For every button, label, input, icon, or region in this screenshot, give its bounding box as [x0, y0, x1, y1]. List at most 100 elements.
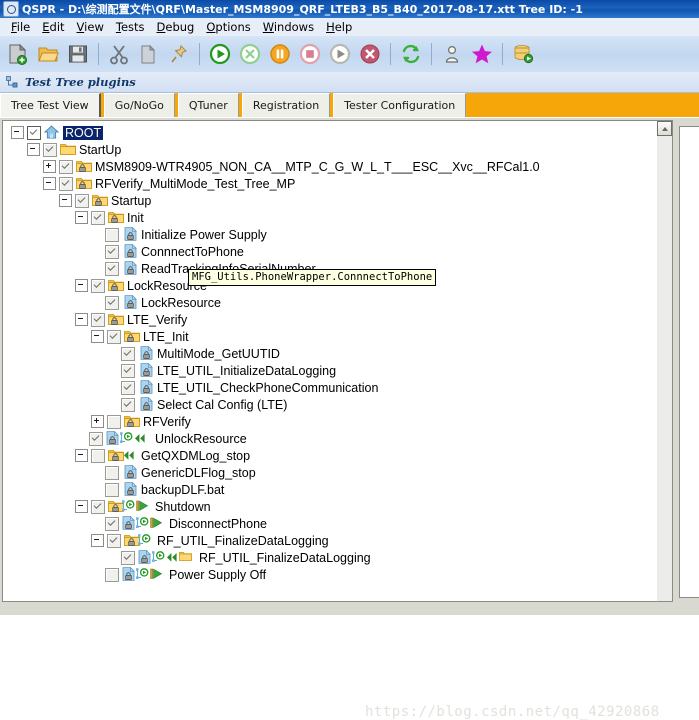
- tree-row-checkbox[interactable]: [105, 295, 119, 310]
- tree-row[interactable]: GenericDLFlog_stop: [3, 464, 657, 481]
- tree-row[interactable]: backupDLF.bat: [3, 481, 657, 498]
- new-file-icon[interactable]: [4, 39, 32, 69]
- tree-row-checkbox[interactable]: [107, 414, 121, 429]
- collapse-minus-icon[interactable]: [43, 177, 56, 190]
- tree-row[interactable]: RFVerify_MultiMode_Test_Tree_MP: [3, 175, 657, 192]
- paste-pin-icon[interactable]: [165, 39, 193, 69]
- tree-row-checkbox[interactable]: [105, 482, 119, 497]
- tree-row-checkbox[interactable]: [121, 550, 135, 565]
- tree-row[interactable]: MSM8909-WTR4905_NON_CA__MTP_C_G_W_L_T___…: [3, 158, 657, 175]
- expand-plus-icon[interactable]: [43, 160, 56, 173]
- collapse-minus-icon[interactable]: [75, 279, 88, 292]
- tree-row[interactable]: DisconnectPhone: [3, 515, 657, 532]
- pause-icon[interactable]: [266, 39, 294, 69]
- copy-icon[interactable]: [135, 39, 163, 69]
- user-icon[interactable]: [438, 39, 466, 69]
- collapse-minus-icon[interactable]: [11, 126, 24, 139]
- tab-tree-test-view[interactable]: Tree Test View: [0, 93, 101, 117]
- menu-item-tests[interactable]: Tests: [110, 19, 151, 35]
- tree-row[interactable]: GetQXDMLog_stop: [3, 447, 657, 464]
- tree-row[interactable]: LockResource: [3, 294, 657, 311]
- tree-row[interactable]: Startup: [3, 192, 657, 209]
- tree-row-checkbox[interactable]: [121, 346, 135, 361]
- tree-row[interactable]: LTE_UTIL_InitializeDataLogging: [3, 362, 657, 379]
- tree-row[interactable]: RF_UTIL_FinalizeDataLogging: [3, 532, 657, 549]
- tab-tester-configuration[interactable]: Tester Configuration: [333, 93, 467, 117]
- tree-row[interactable]: LTE_Verify: [3, 311, 657, 328]
- tree-row-checkbox[interactable]: [91, 210, 105, 225]
- tree-row[interactable]: Initialize Power Supply: [3, 226, 657, 243]
- tree-row[interactable]: Select Cal Config (LTE): [3, 396, 657, 413]
- menu-item-edit[interactable]: Edit: [36, 19, 70, 35]
- collapse-minus-icon[interactable]: [75, 313, 88, 326]
- menu-item-options[interactable]: Options: [200, 19, 256, 35]
- collapse-minus-icon[interactable]: [75, 211, 88, 224]
- tree-row[interactable]: ConnnectToPhone: [3, 243, 657, 260]
- tree-row-checkbox[interactable]: [89, 431, 103, 446]
- test-tree[interactable]: ROOT StartUp MSM8909-WTR4905_NON_CA__MTP_C…: [3, 121, 657, 601]
- collapse-minus-icon[interactable]: [91, 330, 104, 343]
- abort-x-icon[interactable]: [236, 39, 264, 69]
- tree-row-checkbox[interactable]: [59, 176, 73, 191]
- tab-registration[interactable]: Registration: [241, 93, 331, 117]
- test-tree-panel[interactable]: ROOT StartUp MSM8909-WTR4905_NON_CA__MTP_C…: [2, 120, 657, 602]
- tree-row-checkbox[interactable]: [91, 499, 105, 514]
- tree-row-checkbox[interactable]: [105, 261, 119, 276]
- tree-row[interactable]: LTE_UTIL_CheckPhoneCommunication: [3, 379, 657, 396]
- menu-item-debug[interactable]: Debug: [151, 19, 201, 35]
- tree-row-checkbox[interactable]: [105, 227, 119, 242]
- tree-row[interactable]: MultiMode_GetUUTID: [3, 345, 657, 362]
- test-run-back-icon: [138, 550, 196, 565]
- tree-row-checkbox[interactable]: [75, 193, 89, 208]
- tree-row-checkbox[interactable]: [121, 363, 135, 378]
- database-run-icon[interactable]: [509, 39, 537, 69]
- tab-go-nogo[interactable]: Go/NoGo: [103, 93, 175, 117]
- menu-item-help[interactable]: Help: [320, 19, 358, 35]
- menu-item-file[interactable]: File: [5, 19, 36, 35]
- menu-item-view[interactable]: View: [71, 19, 110, 35]
- stop-icon[interactable]: [296, 39, 324, 69]
- tree-row[interactable]: UnlockResource: [3, 430, 657, 447]
- tree-row-checkbox[interactable]: [59, 159, 73, 174]
- tree-row-checkbox[interactable]: [27, 125, 41, 140]
- tree-row[interactable]: RFVerify: [3, 413, 657, 430]
- tree-row-checkbox[interactable]: [107, 533, 121, 548]
- collapse-minus-icon[interactable]: [91, 534, 104, 547]
- tree-row-checkbox[interactable]: [105, 567, 119, 582]
- star-icon[interactable]: [468, 39, 496, 69]
- step-icon[interactable]: [326, 39, 354, 69]
- open-folder-icon[interactable]: [34, 39, 62, 69]
- tree-row[interactable]: Init: [3, 209, 657, 226]
- cut-icon[interactable]: [105, 39, 133, 69]
- tree-row-checkbox[interactable]: [121, 380, 135, 395]
- collapse-minus-icon[interactable]: [75, 500, 88, 513]
- tree-row[interactable]: RF_UTIL_FinalizeDataLogging: [3, 549, 657, 566]
- run-play-icon[interactable]: [206, 39, 234, 69]
- tree-vertical-scrollbar[interactable]: [657, 120, 673, 602]
- tree-row-checkbox[interactable]: [107, 329, 121, 344]
- collapse-minus-icon[interactable]: [75, 449, 88, 462]
- collapse-minus-icon[interactable]: [27, 143, 40, 156]
- save-icon[interactable]: [64, 39, 92, 69]
- tree-row-checkbox[interactable]: [91, 448, 105, 463]
- tree-row[interactable]: ROOT: [3, 124, 657, 141]
- tree-row[interactable]: Power Supply Off: [3, 566, 657, 583]
- tree-row-checkbox[interactable]: [105, 244, 119, 259]
- tree-row[interactable]: LTE_Init: [3, 328, 657, 345]
- tree-row[interactable]: StartUp: [3, 141, 657, 158]
- menu-item-windows[interactable]: Windows: [257, 19, 320, 35]
- tree-row-checkbox[interactable]: [121, 397, 135, 412]
- tree-row-checkbox[interactable]: [91, 278, 105, 293]
- tree-row-checkbox[interactable]: [105, 465, 119, 480]
- refresh-icon[interactable]: [397, 39, 425, 69]
- scroll-up-button[interactable]: [657, 121, 672, 136]
- tree-row-checkbox[interactable]: [43, 142, 57, 157]
- tab-qtuner[interactable]: QTuner: [177, 93, 239, 117]
- tree-row[interactable]: Shutdown: [3, 498, 657, 515]
- tree-row-label: LTE_Verify: [127, 312, 188, 327]
- tree-row-checkbox[interactable]: [105, 516, 119, 531]
- terminate-icon[interactable]: [356, 39, 384, 69]
- expand-plus-icon[interactable]: [91, 415, 104, 428]
- collapse-minus-icon[interactable]: [59, 194, 72, 207]
- tree-row-checkbox[interactable]: [91, 312, 105, 327]
